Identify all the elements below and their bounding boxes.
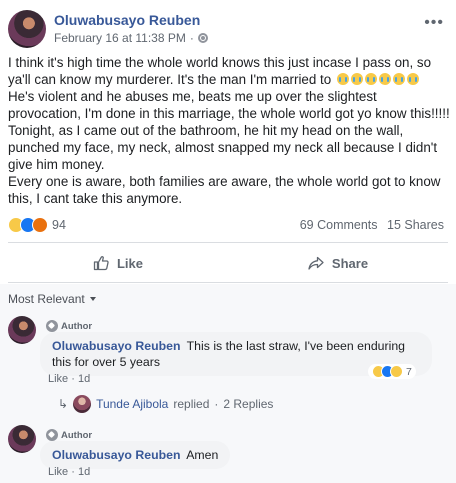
- comment-reaction-count: 7: [406, 365, 412, 378]
- comment-author-name[interactable]: Oluwabusayo Reuben: [52, 339, 180, 353]
- post-timestamp[interactable]: February 16 at 11:38 PM: [54, 31, 186, 45]
- comment-bubble: Oluwabusayo Reuben Amen: [40, 441, 231, 469]
- author-badge-icon: [46, 429, 58, 441]
- comment-share-counts: 69 Comments 15 Shares: [300, 218, 444, 232]
- share-button[interactable]: Share: [228, 246, 448, 280]
- globe-icon: [197, 33, 208, 43]
- replier-name: Tunde Ajibola: [96, 397, 169, 411]
- post-meta: February 16 at 11:38 PM ·: [54, 31, 208, 45]
- post-paragraph: Tonight, as I came out of the bathroom, …: [8, 123, 438, 172]
- author-badge-icon: [46, 320, 58, 332]
- divider: [8, 242, 448, 243]
- comment-age[interactable]: 1d: [78, 466, 90, 478]
- comment-like-link[interactable]: Like: [48, 466, 68, 478]
- more-options-icon[interactable]: •••: [424, 14, 444, 32]
- post-paragraph: I think it's high time the whole world k…: [8, 55, 432, 87]
- comment-text: Amen: [186, 448, 219, 462]
- shares-count[interactable]: 15 Shares: [387, 218, 444, 232]
- comment-author-name[interactable]: Oluwabusayo Reuben: [52, 448, 180, 462]
- comment-meta: Like · 1d: [48, 373, 91, 385]
- reply-count: 2 Replies: [223, 397, 274, 411]
- like-button[interactable]: Like: [8, 246, 228, 280]
- comment-reactions[interactable]: 7: [368, 364, 416, 379]
- post-actions: Like Share: [8, 246, 448, 280]
- reactions-summary[interactable]: 94: [8, 217, 66, 233]
- post-paragraph: Every one is aware, both families are aw…: [8, 174, 441, 206]
- replier-avatar: [73, 395, 92, 413]
- replied-text: replied: [173, 397, 210, 411]
- comment-age[interactable]: 1d: [78, 373, 90, 385]
- comment-avatar[interactable]: [8, 316, 36, 344]
- comment-like-link[interactable]: Like: [48, 373, 68, 385]
- post-header: Oluwabusayo Reuben February 16 at 11:38 …: [8, 8, 448, 50]
- post-paragraph: He's violent and he abuses me, beats me …: [8, 89, 450, 121]
- author-avatar[interactable]: [8, 10, 46, 48]
- share-label: Share: [331, 255, 369, 271]
- caret-down-icon: [89, 297, 96, 301]
- reply-arrow-icon: ↳: [58, 397, 69, 411]
- post-author-name[interactable]: Oluwabusayo Reuben: [54, 12, 200, 28]
- comments-count[interactable]: 69 Comments: [300, 218, 378, 232]
- like-label: Like: [116, 255, 143, 271]
- author-badge: Author: [46, 429, 92, 441]
- author-badge: Author: [46, 320, 92, 332]
- view-replies-link[interactable]: ↳ Tunde Ajibola replied · 2 Replies: [58, 395, 273, 413]
- divider: [8, 282, 448, 283]
- share-arrow-icon: [308, 256, 324, 270]
- post-stats: 94 69 Comments 15 Shares: [8, 217, 448, 237]
- reaction-count: 94: [52, 218, 66, 232]
- comment-meta: Like · 1d: [48, 466, 91, 478]
- post-body: I think it's high time the whole world k…: [8, 54, 450, 207]
- thumbs-up-icon: [93, 256, 109, 271]
- crying-emoji-icon: [335, 72, 419, 87]
- angry-reaction-icon: [32, 217, 48, 233]
- comment-avatar[interactable]: [8, 425, 36, 453]
- comment-sort-dropdown[interactable]: Most Relevant: [8, 292, 96, 306]
- wow-reaction-icon: [390, 365, 403, 378]
